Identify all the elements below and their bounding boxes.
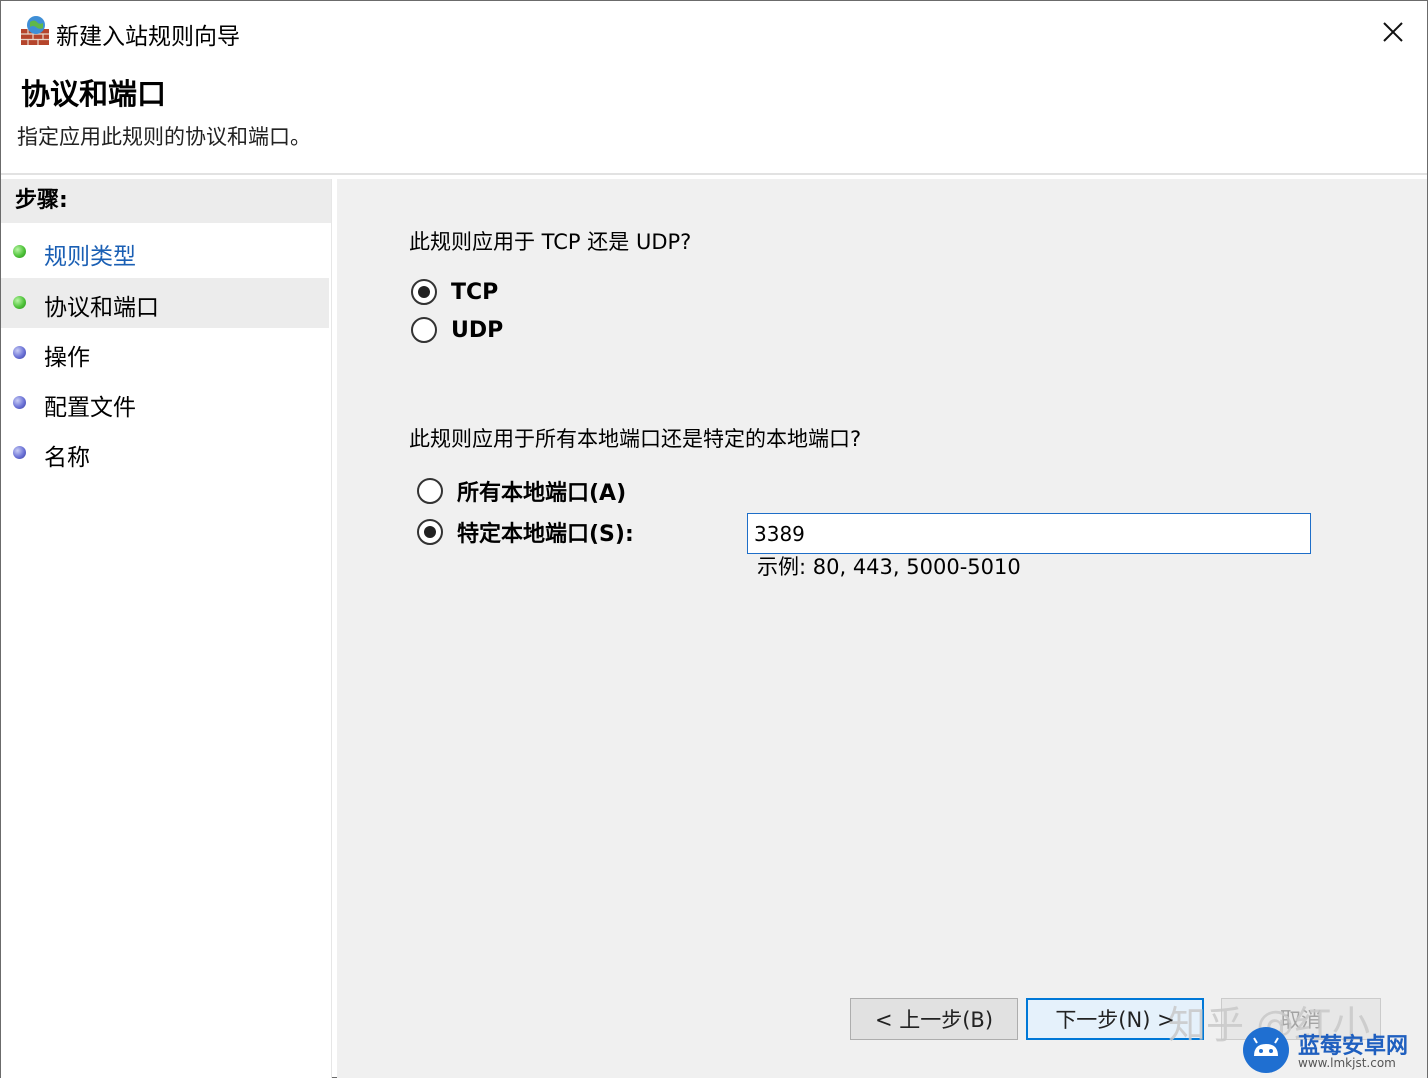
step-completed-icon (13, 245, 26, 258)
page-title: 协议和端口 (21, 77, 167, 111)
step-label: 名称 (44, 445, 90, 471)
step-pending-icon (13, 446, 26, 459)
wizard-header: 协议和端口 指定应用此规则的协议和端口。 (1, 63, 1427, 173)
specific-ports-input[interactable] (747, 513, 1311, 554)
radio-button-checked[interactable] (411, 279, 437, 305)
back-button[interactable]: < 上一步(B) (850, 998, 1018, 1040)
step-label: 操作 (44, 345, 90, 371)
title-bar: 新建入站规则向导 (1, 1, 1427, 63)
wizard-window: 新建入站规则向导 协议和端口 指定应用此规则的协议和端口。 步骤: 规则类型 协… (0, 0, 1428, 1078)
step-protocol-and-ports: 协议和端口 (1, 278, 329, 328)
ports-example: 示例: 80, 443, 5000-5010 (757, 555, 1021, 579)
step-label[interactable]: 规则类型 (44, 237, 136, 271)
steps-sidebar: 步骤: 规则类型 协议和端口 操作 配置文件 名称 (1, 179, 332, 1078)
radio-tcp[interactable]: TCP (411, 279, 498, 305)
radio-specific-local-ports[interactable]: 特定本地端口(S): (417, 516, 634, 548)
radio-label[interactable]: UDP (451, 318, 503, 343)
site-url: www.lmkjst.com (1298, 1056, 1396, 1070)
step-current-icon (13, 296, 26, 309)
step-rule-type[interactable]: 规则类型 (1, 227, 329, 277)
step-label: 协议和端口 (44, 295, 159, 321)
radio-all-local-ports[interactable]: 所有本地端口(A) (417, 475, 626, 507)
site-logo-icon (1243, 1027, 1289, 1073)
radio-label[interactable]: 特定本地端口(S): (457, 516, 634, 548)
header-divider (1, 173, 1427, 175)
radio-label[interactable]: TCP (451, 280, 498, 305)
wizard-content: 此规则应用于 TCP 还是 UDP? TCP UDP 此规则应用于所有本地端口还… (337, 179, 1427, 1078)
radio-button-checked[interactable] (417, 519, 443, 545)
step-pending-icon (13, 396, 26, 409)
protocol-question: 此规则应用于 TCP 还是 UDP? (409, 230, 692, 254)
radio-button[interactable] (411, 317, 437, 343)
radio-udp[interactable]: UDP (411, 317, 503, 343)
close-button[interactable] (1363, 9, 1423, 55)
window-title: 新建入站规则向导 (56, 24, 240, 50)
step-action: 操作 (1, 328, 329, 378)
page-subtitle: 指定应用此规则的协议和端口。 (17, 125, 311, 149)
site-watermark: 蓝莓安卓网 www.lmkjst.com (1238, 1022, 1426, 1076)
step-label: 配置文件 (44, 395, 136, 421)
radio-button[interactable] (417, 478, 443, 504)
close-icon (1383, 22, 1403, 42)
step-profile: 配置文件 (1, 378, 329, 428)
ports-question: 此规则应用于所有本地端口还是特定的本地端口? (409, 427, 862, 451)
step-pending-icon (13, 346, 26, 359)
firewall-icon (21, 16, 49, 45)
step-name: 名称 (1, 428, 329, 478)
steps-heading: 步骤: (1, 179, 331, 223)
radio-label[interactable]: 所有本地端口(A) (457, 475, 626, 507)
